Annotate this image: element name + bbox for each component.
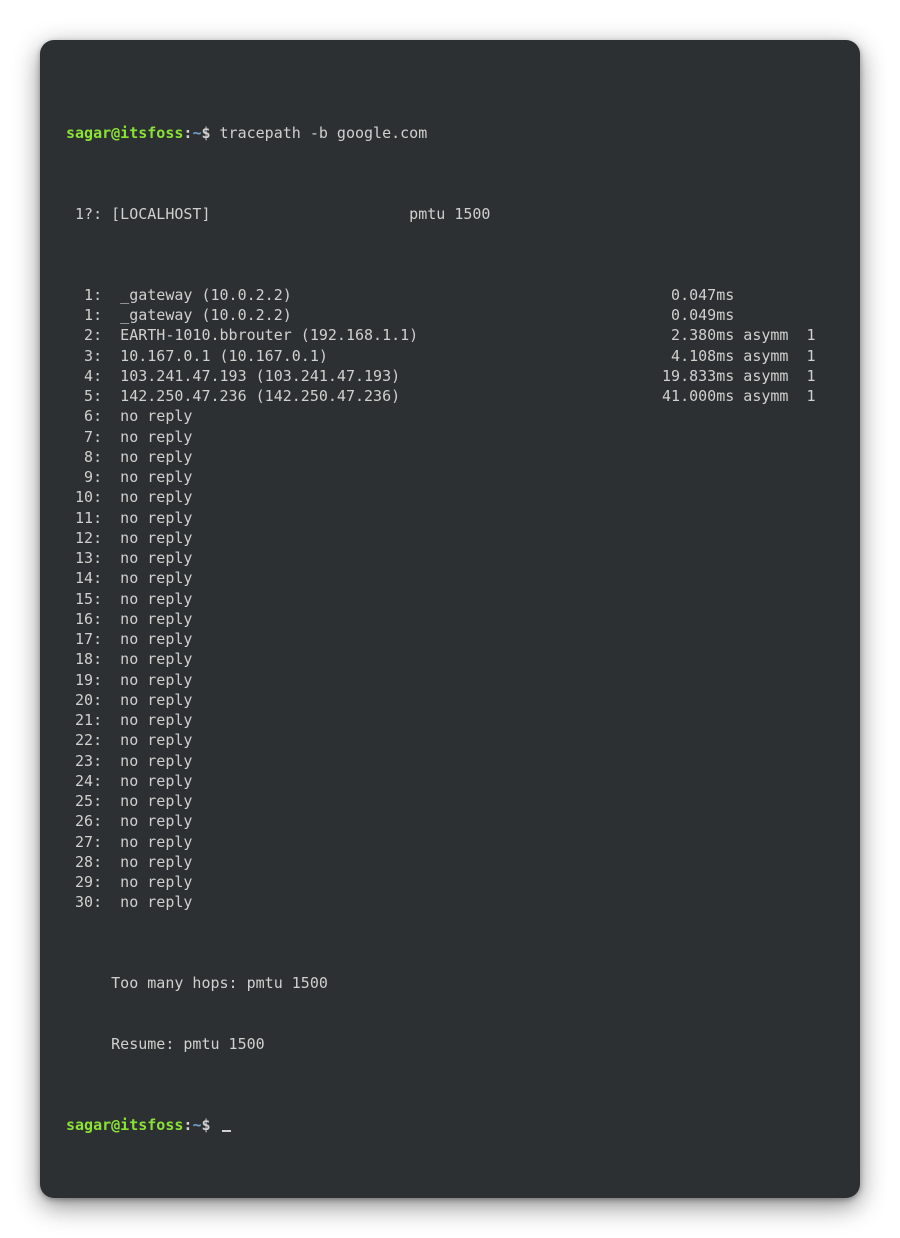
hop-line: 30: no reply (66, 892, 834, 912)
hop-line: 20: no reply (66, 690, 834, 710)
hop-line: 27: no reply (66, 832, 834, 852)
command-text: tracepath -b google.com (211, 124, 428, 142)
prompt-line-command: sagar@itsfoss:~$ tracepath -b google.com (66, 123, 834, 143)
cursor (222, 1130, 231, 1132)
hop-line: 29: no reply (66, 872, 834, 892)
hop-line: 22: no reply (66, 730, 834, 750)
prompt-user-host: sagar@itsfoss (66, 1116, 183, 1134)
hop-line: 28: no reply (66, 852, 834, 872)
output-too-many-hops: Too many hops: pmtu 1500 (66, 973, 834, 993)
prompt-user-host: sagar@itsfoss (66, 124, 183, 142)
hop-line: 6: no reply (66, 406, 834, 426)
hop-line: 7: no reply (66, 427, 834, 447)
hop-line: 5: 142.250.47.236 (142.250.47.236) 41.00… (66, 386, 834, 406)
hop-line: 12: no reply (66, 528, 834, 548)
hop-line: 1: _gateway (10.0.2.2) 0.047ms (66, 285, 834, 305)
hop-line: 1: _gateway (10.0.2.2) 0.049ms (66, 305, 834, 325)
output-resume: Resume: pmtu 1500 (66, 1034, 834, 1054)
hop-line: 2: EARTH-1010.bbrouter (192.168.1.1) 2.3… (66, 325, 834, 345)
hop-line: 19: no reply (66, 670, 834, 690)
hop-line: 23: no reply (66, 751, 834, 771)
hop-line: 18: no reply (66, 649, 834, 669)
terminal-window[interactable]: sagar@itsfoss:~$ tracepath -b google.com… (40, 40, 860, 1198)
hop-line: 26: no reply (66, 811, 834, 831)
prompt-colon: : (183, 1116, 192, 1134)
hop-line: 8: no reply (66, 447, 834, 467)
hop-line: 14: no reply (66, 568, 834, 588)
prompt-dollar: $ (201, 124, 210, 142)
prompt-path: ~ (192, 1116, 201, 1134)
output-header: 1?: [LOCALHOST] pmtu 1500 (66, 204, 834, 224)
hops-output: 1: _gateway (10.0.2.2) 0.047ms 1: _gatew… (66, 285, 834, 913)
hop-line: 16: no reply (66, 609, 834, 629)
hop-line: 3: 10.167.0.1 (10.167.0.1) 4.108ms asymm… (66, 346, 834, 366)
hop-line: 15: no reply (66, 589, 834, 609)
hop-line: 24: no reply (66, 771, 834, 791)
hop-line: 25: no reply (66, 791, 834, 811)
hop-line: 4: 103.241.47.193 (103.241.47.193) 19.83… (66, 366, 834, 386)
hop-line: 11: no reply (66, 508, 834, 528)
hop-line: 9: no reply (66, 467, 834, 487)
hop-line: 13: no reply (66, 548, 834, 568)
hop-line: 21: no reply (66, 710, 834, 730)
prompt-line-idle[interactable]: sagar@itsfoss:~$ (66, 1115, 834, 1135)
hop-line: 10: no reply (66, 487, 834, 507)
hop-line: 17: no reply (66, 629, 834, 649)
prompt-dollar: $ (201, 1116, 210, 1134)
